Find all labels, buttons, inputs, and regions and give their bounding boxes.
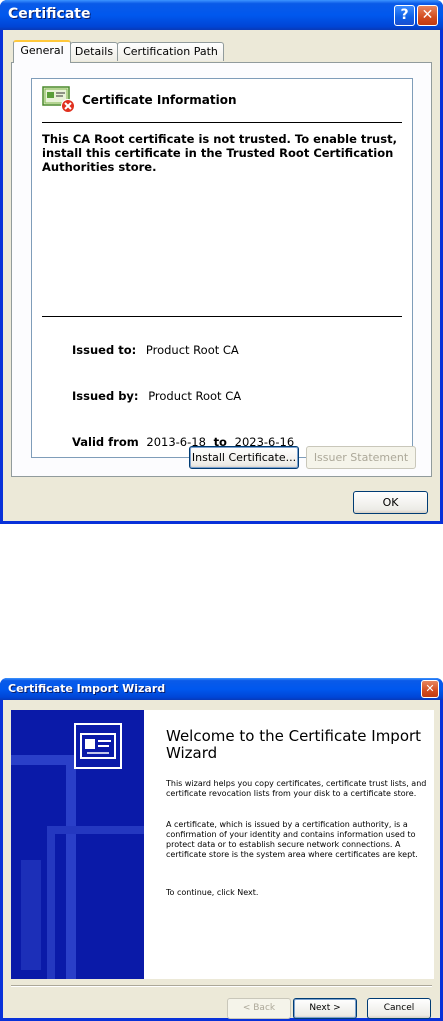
tab-details[interactable]: Details: [70, 42, 118, 61]
certificate-error-icon: [42, 86, 75, 113]
close-button[interactable]: ✕: [417, 5, 438, 26]
certificate-info-box: Certificate Information This CA Root cer…: [31, 78, 413, 458]
certificate-dialog: Certificate ? ✕ General Details Certific…: [0, 0, 443, 524]
back-button[interactable]: < Back: [227, 998, 291, 1019]
issued-to-label: Issued to:: [72, 343, 137, 357]
wizard-content: Welcome to the Certificate Import Wizard…: [144, 710, 434, 979]
wizard-separator: [11, 985, 432, 987]
valid-from-label: Valid from: [72, 435, 139, 449]
wizard-body: Welcome to the Certificate Import Wizard…: [3, 700, 440, 1019]
divider-bottom: [42, 316, 402, 317]
wizard-side-banner: [11, 710, 144, 979]
next-button[interactable]: Next >: [293, 998, 357, 1019]
tab-general[interactable]: General: [13, 40, 71, 63]
divider-top: [42, 122, 402, 123]
issued-by-row: Issued by: Product Root CA: [72, 389, 241, 403]
certificate-info-title: Certificate Information: [82, 93, 237, 107]
wizard-continue-text: To continue, click Next.: [166, 888, 259, 897]
ok-button[interactable]: OK: [353, 491, 428, 514]
trust-warning-text: This CA Root certificate is not trusted.…: [42, 132, 397, 174]
issued-to-row: Issued to: Product Root CA: [72, 343, 239, 357]
certificate-title-bar[interactable]: Certificate ? ✕: [0, 0, 443, 30]
wizard-window-title: Certificate Import Wizard: [8, 682, 166, 695]
wizard-intro-paragraph: This wizard helps you copy certificates,…: [166, 779, 427, 798]
help-button[interactable]: ?: [394, 5, 415, 26]
issued-by-value: Product Root CA: [148, 389, 242, 403]
issued-to-value: Product Root CA: [145, 343, 239, 357]
import-wizard-dialog: Certificate Import Wizard ✕ Welcome to t…: [0, 678, 443, 1021]
wizard-banner-graphic: [11, 710, 144, 979]
issuer-statement-button[interactable]: Issuer Statement: [306, 446, 416, 469]
cancel-button[interactable]: Cancel: [367, 998, 431, 1019]
general-tab-panel: Certificate Information This CA Root cer…: [11, 62, 432, 477]
certificate-dialog-body: General Details Certification Path Certi…: [3, 30, 440, 521]
wizard-description-paragraph: A certificate, which is issued by a cert…: [166, 820, 418, 859]
wizard-certificate-icon: [74, 723, 122, 769]
tab-certification-path[interactable]: Certification Path: [117, 42, 224, 61]
wizard-close-button[interactable]: ✕: [421, 680, 439, 698]
wizard-title-bar[interactable]: Certificate Import Wizard ✕: [0, 678, 443, 700]
certificate-window-title: Certificate: [8, 6, 91, 22]
wizard-heading: Welcome to the Certificate Import Wizard: [166, 727, 422, 762]
install-certificate-button[interactable]: Install Certificate...: [189, 446, 299, 469]
issued-by-label: Issued by:: [72, 389, 139, 403]
